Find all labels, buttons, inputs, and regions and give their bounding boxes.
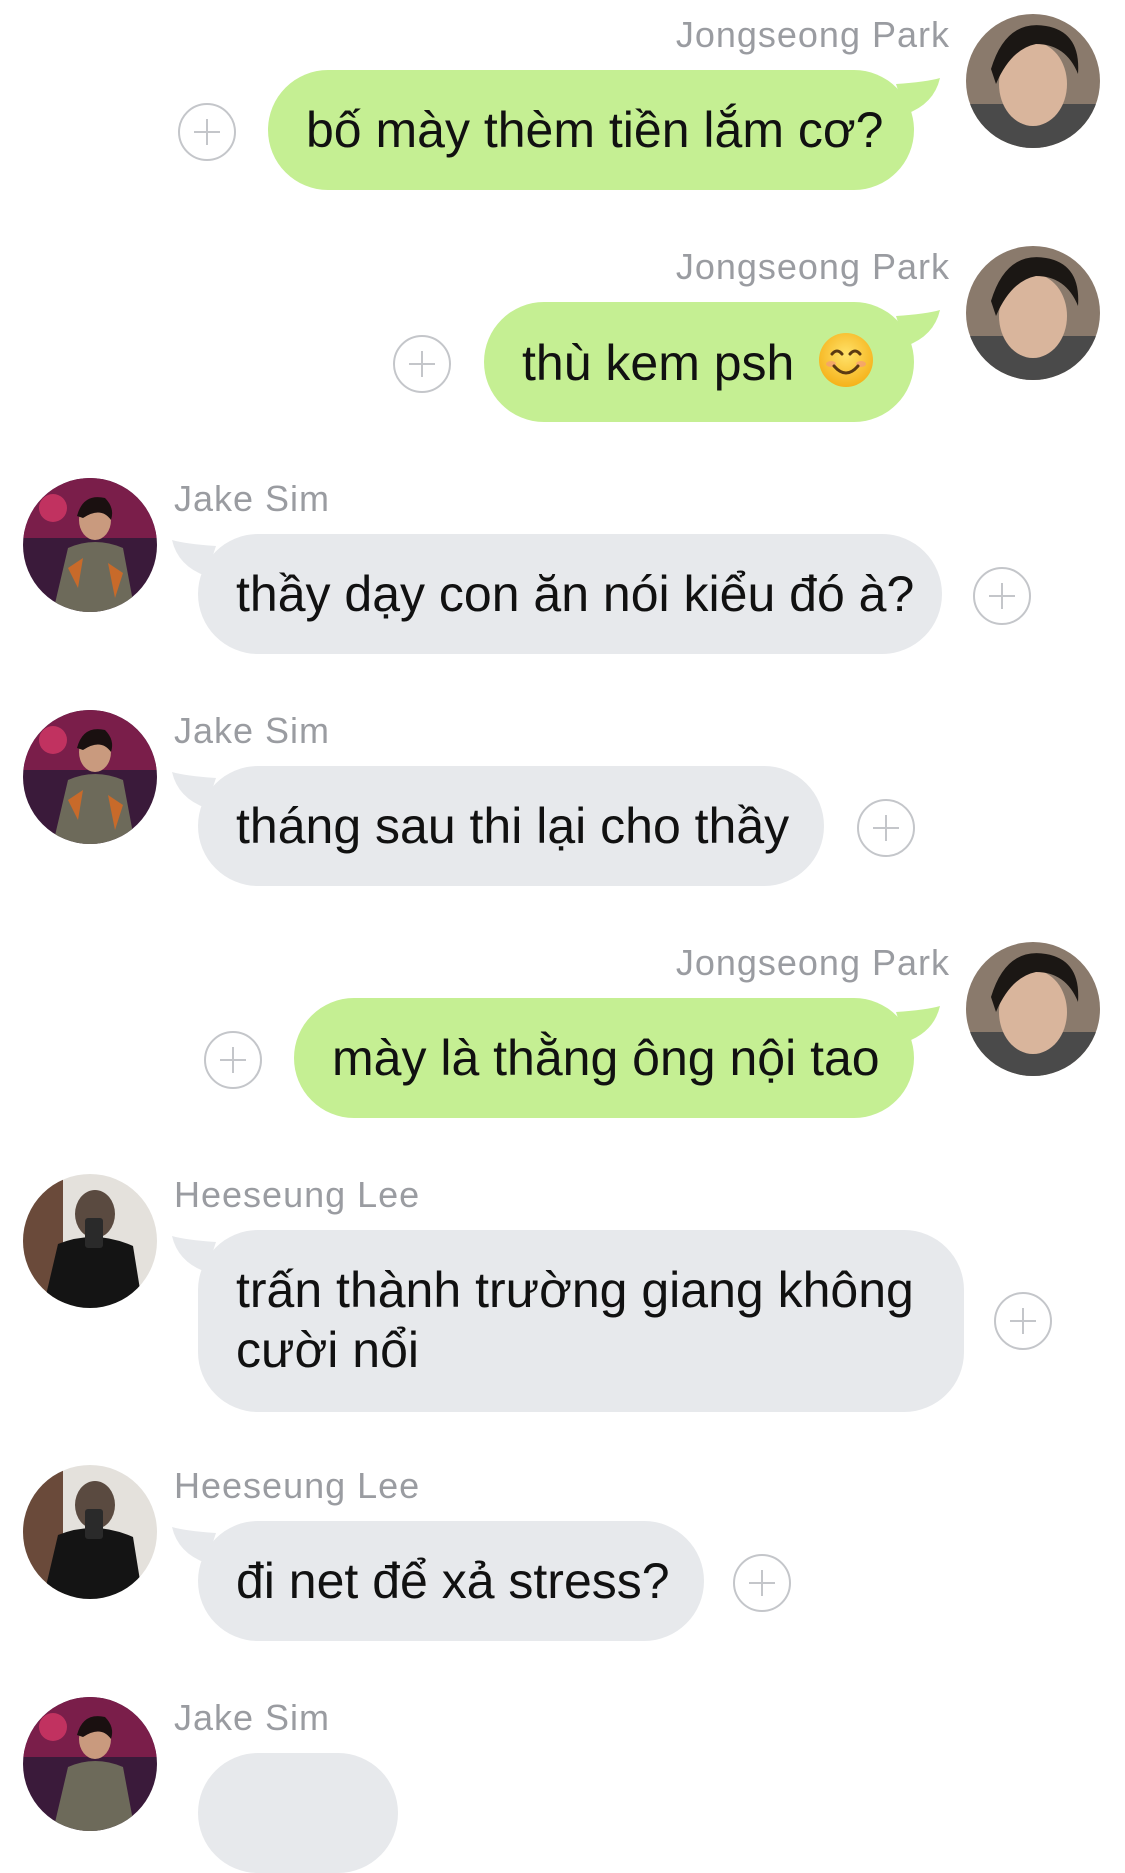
add-reaction-icon[interactable] <box>204 1031 262 1089</box>
avatar-jake-sim[interactable] <box>23 1697 157 1831</box>
avatar-jongseong-park[interactable] <box>966 14 1100 148</box>
add-reaction-icon[interactable] <box>733 1554 791 1612</box>
add-reaction-icon[interactable] <box>178 103 236 161</box>
message-bubble[interactable] <box>198 1753 398 1873</box>
avatar-jake-sim[interactable] <box>23 710 157 844</box>
add-reaction-icon[interactable] <box>994 1292 1052 1350</box>
bubble-tail <box>896 310 940 346</box>
chat-thread[interactable]: Jongseong Park bố mày thèm tiền lắm cơ? … <box>0 0 1125 1873</box>
message-bubble[interactable]: đi net để xả stress? <box>198 1521 704 1641</box>
message-text: thầy dạy con ăn nói kiểu đó à? <box>236 566 915 622</box>
sender-name: Jake Sim <box>174 710 331 751</box>
sender-name: Jongseong Park <box>675 942 950 983</box>
message-bubble[interactable]: thù kem psh <box>484 302 914 422</box>
sender-name: Jake Sim <box>174 478 331 519</box>
add-reaction-icon[interactable] <box>973 567 1031 625</box>
message-bubble[interactable]: mày là thằng ông nội tao <box>294 998 914 1118</box>
message-bubble[interactable]: thầy dạy con ăn nói kiểu đó à? <box>198 534 942 654</box>
message-text: bố mày thèm tiền lắm cơ? <box>306 102 884 158</box>
sender-name: Heeseung Lee <box>174 1174 421 1215</box>
avatar-jongseong-park[interactable] <box>966 246 1100 380</box>
message-bubble[interactable]: bố mày thèm tiền lắm cơ? <box>268 70 914 190</box>
sender-name: Jongseong Park <box>675 14 950 55</box>
message-text: trấn thành trường giang không cười nổi <box>236 1262 914 1378</box>
smiling-face-emoji-icon <box>819 333 874 387</box>
avatar-heeseung-lee[interactable] <box>23 1174 157 1308</box>
bubble-tail <box>896 1006 940 1042</box>
avatar-jake-sim[interactable] <box>23 478 157 612</box>
sender-name: Jake Sim <box>174 1697 331 1738</box>
bubble-tail <box>896 78 940 114</box>
avatar-heeseung-lee[interactable] <box>23 1465 157 1599</box>
sender-name: Jongseong Park <box>675 246 950 287</box>
message-text: thù kem psh <box>522 335 795 391</box>
sender-name: Heeseung Lee <box>174 1465 421 1506</box>
add-reaction-icon[interactable] <box>857 799 915 857</box>
message-bubble[interactable]: tháng sau thi lại cho thầy <box>198 766 824 886</box>
message-text: tháng sau thi lại cho thầy <box>236 798 790 854</box>
avatar-jongseong-park[interactable] <box>966 942 1100 1076</box>
message-text: đi net để xả stress? <box>236 1553 670 1609</box>
message-bubble[interactable]: trấn thành trường giang không cười nổi <box>198 1230 964 1412</box>
add-reaction-icon[interactable] <box>393 335 451 393</box>
message-text: mày là thằng ông nội tao <box>332 1030 880 1086</box>
